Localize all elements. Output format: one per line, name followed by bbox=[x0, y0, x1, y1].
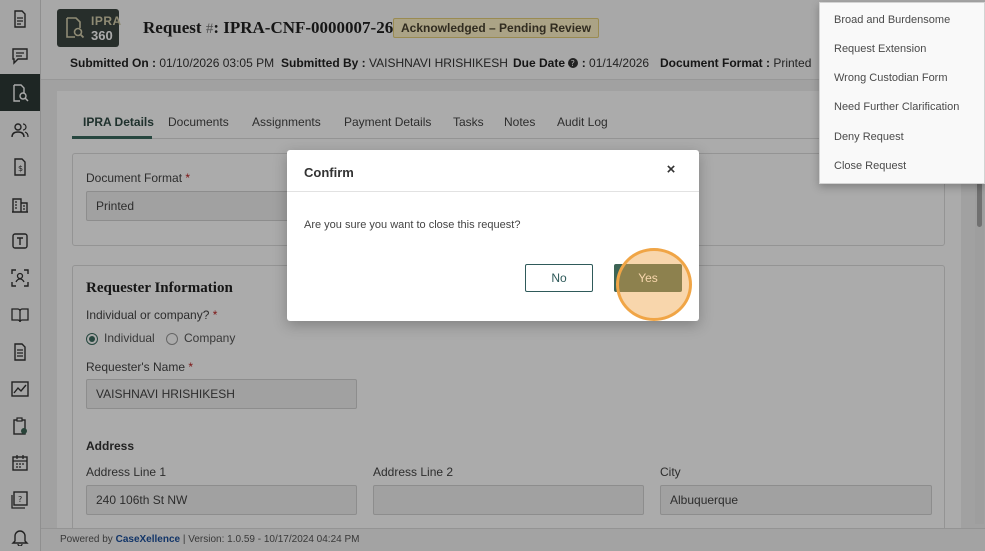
dialog-title: Confirm bbox=[304, 165, 354, 180]
dialog-message: Are you sure you want to close this requ… bbox=[304, 219, 521, 231]
menu-item-request-extension[interactable]: Request Extension bbox=[834, 43, 926, 55]
no-button[interactable]: No bbox=[525, 264, 593, 292]
menu-item-wrong-custodian[interactable]: Wrong Custodian Form bbox=[834, 72, 948, 84]
actions-menu: Broad and Burdensome Request Extension W… bbox=[819, 2, 985, 184]
dialog-header: Confirm × bbox=[287, 150, 699, 192]
menu-item-deny-request[interactable]: Deny Request bbox=[834, 131, 904, 143]
menu-item-need-clarification[interactable]: Need Further Clarification bbox=[834, 101, 959, 113]
menu-item-close-request[interactable]: Close Request bbox=[834, 160, 906, 172]
menu-item-broad-burdensome[interactable]: Broad and Burdensome bbox=[834, 14, 950, 26]
click-highlight bbox=[616, 248, 692, 321]
close-icon[interactable]: × bbox=[663, 162, 679, 178]
